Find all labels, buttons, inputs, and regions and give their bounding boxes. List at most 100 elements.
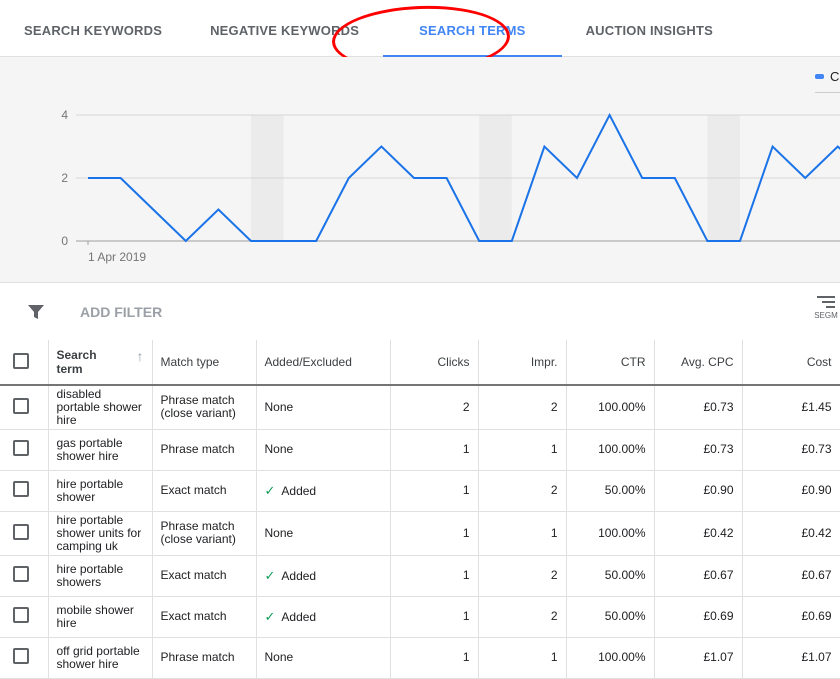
table-cell: Exact match xyxy=(152,470,257,512)
cell-value: Added xyxy=(281,568,317,583)
chart-legend[interactable]: C xyxy=(815,69,840,93)
table-row: hire portable showers Exact match ✓ Added 1 2… xyxy=(0,555,840,597)
tab-negative-keywords[interactable]: NEGATIVE KEYWORDS xyxy=(186,0,383,57)
cell-value: 100.00% xyxy=(598,525,646,540)
select-all-header xyxy=(0,340,49,386)
column-header[interactable]: Search term ↑ xyxy=(48,340,153,386)
row-checkbox[interactable] xyxy=(13,397,29,414)
cell-value: £0.73 xyxy=(703,399,734,414)
chart-svg: 0 2 4 1 Apr 2019 xyxy=(61,108,840,264)
table-cell: 2 xyxy=(478,596,567,638)
table-cell[interactable]: hire portable showers xyxy=(48,555,153,597)
cell-value: £1.07 xyxy=(703,650,734,664)
filter-icon[interactable] xyxy=(28,304,44,320)
cell-value: gas portable shower hire xyxy=(56,435,123,463)
table-cell: £0.90 xyxy=(742,470,840,512)
cell-value: 1 xyxy=(550,442,558,456)
table-cell: £0.73 xyxy=(654,429,743,471)
table-cell: 2 xyxy=(390,385,479,430)
table-cell: £0.67 xyxy=(742,555,840,597)
row-checkbox[interactable] xyxy=(13,607,29,623)
table-cell[interactable]: gas portable shower hire xyxy=(48,429,153,471)
cell-value: £0.42 xyxy=(703,525,734,540)
check-icon: ✓ xyxy=(264,567,276,583)
table-cell: 1 xyxy=(390,555,479,597)
cell-value: Exact match xyxy=(160,483,227,497)
table-cell: Phrase match (close variant) xyxy=(152,385,257,430)
table-cell: 50.00% xyxy=(566,470,655,512)
cell-value: Phrase match xyxy=(160,650,235,664)
row-checkbox[interactable] xyxy=(13,481,29,497)
column-header[interactable]: Clicks xyxy=(390,340,479,386)
table-row: hire portable shower Exact match ✓ Added 1 2 5… xyxy=(0,470,840,512)
column-header[interactable]: Avg. CPC xyxy=(654,340,743,386)
table-row: mobile shower hire Exact match ✓ Added 1 2 50.… xyxy=(0,596,840,638)
segment-button[interactable]: SEGM xyxy=(812,295,840,320)
row-checkbox[interactable] xyxy=(13,440,29,456)
cell-value: 1 xyxy=(462,609,470,623)
cell-value: 2 xyxy=(462,399,470,414)
table-cell[interactable]: hire portable shower xyxy=(48,470,153,512)
add-filter-button[interactable]: ADD FILTER xyxy=(80,304,162,320)
cell-value: 2 xyxy=(550,568,558,582)
table-cell: None xyxy=(256,511,391,556)
filter-bar: ADD FILTER SEGM xyxy=(0,283,840,340)
tab-auction-insights[interactable]: AUCTION INSIGHTS xyxy=(562,0,737,57)
table-cell: 1 xyxy=(390,596,479,638)
clicks-chart: 0 2 4 1 Apr 2019 C xyxy=(0,57,840,283)
column-header[interactable]: CTR xyxy=(566,340,655,386)
table-cell: Exact match xyxy=(152,596,257,638)
cell-value: £0.42 xyxy=(801,525,832,540)
row-checkbox[interactable] xyxy=(13,648,29,664)
table-cell: 2 xyxy=(478,555,567,597)
table-row: disabled portable shower hire Phrase matc… xyxy=(0,385,840,430)
table-cell[interactable]: off grid portable shower hire xyxy=(48,637,153,679)
search-terms-table: Search term ↑ Match type Added/Excluded Clic… xyxy=(0,340,840,679)
cell-value: 1 xyxy=(462,650,470,664)
table-cell: 1 xyxy=(478,511,567,556)
column-header[interactable]: Impr. xyxy=(478,340,567,386)
column-header[interactable]: Cost xyxy=(742,340,840,386)
tab-search-terms[interactable]: SEARCH TERMS xyxy=(383,0,562,57)
row-checkbox[interactable] xyxy=(13,523,29,540)
table-cell[interactable]: mobile shower hire xyxy=(48,596,153,638)
table-cell: £0.42 xyxy=(742,511,840,556)
row-checkbox[interactable] xyxy=(13,566,29,582)
table-row: gas portable shower hire Phrase match None… xyxy=(0,429,840,471)
select-all-checkbox[interactable] xyxy=(13,352,29,369)
cell-value: 1 xyxy=(462,568,470,582)
cell-value: 1 xyxy=(462,483,470,497)
table-cell: None xyxy=(256,429,391,471)
cell-value: £1.07 xyxy=(801,650,832,664)
cell-value: 2 xyxy=(550,609,558,623)
table-cell: Phrase match xyxy=(152,637,257,679)
table-cell: 50.00% xyxy=(566,596,655,638)
cell-value: None xyxy=(264,650,294,664)
cell-value: 1 xyxy=(550,650,558,664)
cell-value: £0.67 xyxy=(703,568,734,582)
table-cell: 1 xyxy=(390,511,479,556)
table-cell[interactable]: hire portable shower units for camping u… xyxy=(48,511,153,556)
header-label: Match type xyxy=(160,355,220,369)
sort-arrow-icon[interactable]: ↑ xyxy=(137,348,144,364)
cell-value: 100.00% xyxy=(598,442,646,456)
cell-value: 1 xyxy=(462,525,470,540)
tab-search-keywords[interactable]: SEARCH KEYWORDS xyxy=(0,0,186,57)
header-label: Added/Excluded xyxy=(264,355,352,369)
segment-icon xyxy=(817,296,835,308)
cell-value: £0.90 xyxy=(801,483,832,497)
cell-value: Added xyxy=(281,609,317,624)
cell-value: 50.00% xyxy=(604,568,646,582)
table-cell: 1 xyxy=(478,429,567,471)
table-cell: £0.90 xyxy=(654,470,743,512)
cell-value: None xyxy=(264,442,294,456)
table-cell: ✓ Added xyxy=(256,555,391,597)
header-label: Impr. xyxy=(530,355,558,369)
header-label: Cost xyxy=(806,355,832,369)
legend-swatch xyxy=(815,74,824,79)
column-header[interactable]: Added/Excluded xyxy=(256,340,391,386)
table-cell[interactable]: disabled portable shower hire xyxy=(48,385,153,430)
cell-value: 1 xyxy=(550,525,558,540)
column-header[interactable]: Match type xyxy=(152,340,257,386)
tab-bar: SEARCH KEYWORDS NEGATIVE KEYWORDS SEARCH… xyxy=(0,0,840,76)
